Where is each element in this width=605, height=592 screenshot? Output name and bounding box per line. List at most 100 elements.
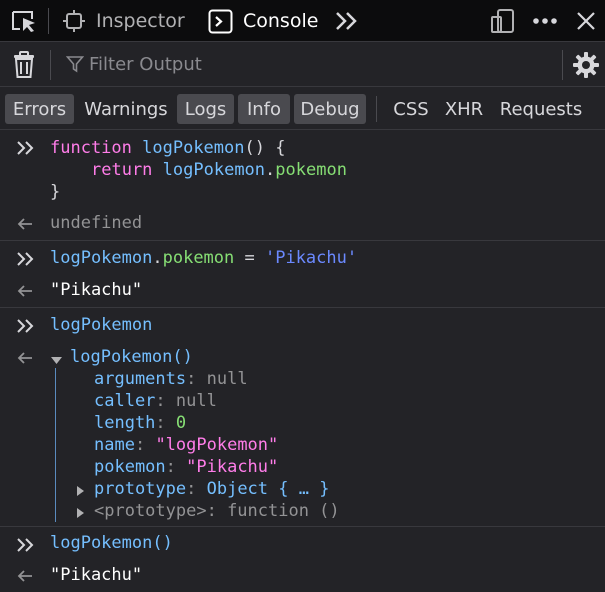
double-chevron-icon	[334, 10, 360, 32]
property-value: : function ()	[206, 501, 340, 521]
filter-button-xhr[interactable]: XHR	[440, 94, 488, 124]
property-value: null	[175, 391, 217, 411]
property-value: "Pikachu"	[186, 457, 279, 477]
prompt-chevron-icon	[16, 318, 36, 339]
result-value: "Pikachu"	[50, 280, 143, 300]
console-settings-button[interactable]	[572, 51, 600, 83]
result-arrow-icon	[16, 216, 34, 236]
property-separator: :	[134, 435, 156, 455]
devtools-toolbar: Inspector Console	[0, 0, 605, 42]
toolbar-divider	[48, 8, 49, 34]
more-tools-button[interactable]	[334, 0, 360, 42]
property-key: caller	[94, 391, 156, 411]
input-line: }	[50, 182, 61, 202]
property-key: length	[94, 413, 156, 433]
responsive-design-icon	[490, 8, 516, 34]
gear-icon	[572, 52, 600, 83]
property-key: pokemon	[94, 457, 166, 477]
tree-property: caller: null	[94, 390, 217, 412]
property-key: name	[94, 435, 135, 455]
keyword: function	[50, 138, 132, 158]
keyword: return	[91, 160, 153, 180]
filter-button-logs[interactable]: Logs	[177, 94, 234, 124]
tree-property-internal-prototype[interactable]: <prototype>: function ()	[94, 500, 340, 522]
property-value: 0	[175, 413, 187, 433]
input-line: return logPokemon.pokemon	[91, 159, 347, 181]
result-arrow-icon	[16, 350, 34, 370]
trash-icon	[12, 51, 36, 83]
filter-button-debug[interactable]: Debug	[294, 94, 366, 124]
input-line: logPokemon.pokemon = 'Pikachu'	[50, 247, 357, 269]
filter-output-input[interactable]: Filter Output	[89, 54, 202, 75]
tree-property: arguments: null	[94, 368, 248, 390]
inspector-icon	[62, 9, 86, 33]
collapsed-triangle-icon[interactable]	[76, 504, 85, 524]
property-key: arguments	[94, 369, 187, 389]
operator: =	[234, 248, 265, 268]
property-ref: pokemon	[162, 248, 235, 268]
signature: () {	[244, 138, 286, 158]
tab-inspector-label: Inspector	[96, 10, 185, 32]
console-entry: logPokemon.pokemon = 'Pikachu' "Pikachu"	[0, 242, 605, 308]
console-entry: function logPokemon() { return logPokemo…	[0, 131, 605, 241]
console-entry: logPokemon logPokemon() arguments: null …	[0, 309, 605, 527]
filter-divider	[50, 50, 51, 80]
tab-console-label: Console	[243, 10, 319, 32]
property-separator: :	[186, 369, 207, 389]
result-value: undefined	[50, 213, 143, 233]
filter-button-css[interactable]: CSS	[388, 94, 434, 124]
filter-icon	[65, 55, 85, 77]
property-value: "logPokemon"	[155, 435, 279, 455]
tab-console[interactable]: Console	[208, 0, 318, 42]
log-category-bar: Errors Warnings Logs Info Debug CSS XHR …	[0, 88, 605, 130]
settings-divider	[562, 50, 563, 80]
dot: .	[152, 248, 163, 268]
tree-property: length: 0	[94, 412, 186, 434]
console-entry: logPokemon() "Pikachu"	[0, 528, 605, 592]
object-ref: logPokemon	[50, 248, 153, 268]
expand-triangle-icon[interactable]	[50, 351, 63, 371]
element-picker-button[interactable]	[10, 0, 38, 42]
tree-property: pokemon: "Pikachu"	[94, 456, 278, 478]
tree-property: name: "logPokemon"	[94, 434, 278, 456]
property-ref: pokemon	[275, 160, 347, 180]
filter-button-errors[interactable]: Errors	[5, 94, 74, 124]
options-menu-button[interactable]	[532, 0, 558, 42]
close-devtools-button[interactable]	[576, 0, 596, 42]
property-key: prototype	[94, 479, 187, 499]
picker-icon	[10, 9, 38, 33]
close-icon	[576, 11, 596, 31]
responsive-design-button[interactable]	[490, 0, 516, 42]
result-arrow-icon	[16, 283, 34, 303]
filter-bar: Filter Output	[0, 42, 605, 87]
filter-button-warnings[interactable]: Warnings	[79, 94, 173, 124]
property-separator: :	[165, 457, 187, 477]
tree-property-prototype[interactable]: prototype: Object { … }	[94, 478, 329, 500]
property-value: Object { … }	[206, 479, 330, 499]
meatball-menu-icon	[532, 16, 558, 26]
category-divider	[376, 96, 377, 122]
filter-button-info[interactable]: Info	[238, 94, 290, 124]
tree-guide-line	[55, 368, 56, 522]
filter-button-requests[interactable]: Requests	[494, 94, 588, 124]
result-value: "Pikachu"	[50, 565, 143, 585]
tab-inspector[interactable]: Inspector	[62, 0, 185, 42]
property-value: null	[206, 369, 248, 389]
prompt-chevron-icon	[16, 251, 36, 272]
prompt-chevron-icon	[16, 140, 36, 161]
dot: .	[265, 160, 276, 180]
property-key: <prototype>	[94, 501, 207, 521]
property-separator: :	[186, 479, 207, 499]
string-literal: 'Pikachu'	[264, 248, 358, 268]
function-name: logPokemon	[142, 138, 245, 158]
collapsed-triangle-icon[interactable]	[76, 482, 85, 502]
input-line: logPokemon	[50, 315, 153, 335]
property-separator: :	[155, 391, 176, 411]
prompt-chevron-icon	[16, 537, 36, 558]
input-line: logPokemon()	[50, 533, 173, 553]
clear-console-button[interactable]	[12, 51, 36, 83]
result-arrow-icon	[16, 568, 34, 588]
console-output: function logPokemon() { return logPokemo…	[0, 131, 605, 592]
object-tree-root[interactable]: logPokemon()	[70, 346, 193, 368]
input-line: function logPokemon() {	[50, 137, 285, 159]
